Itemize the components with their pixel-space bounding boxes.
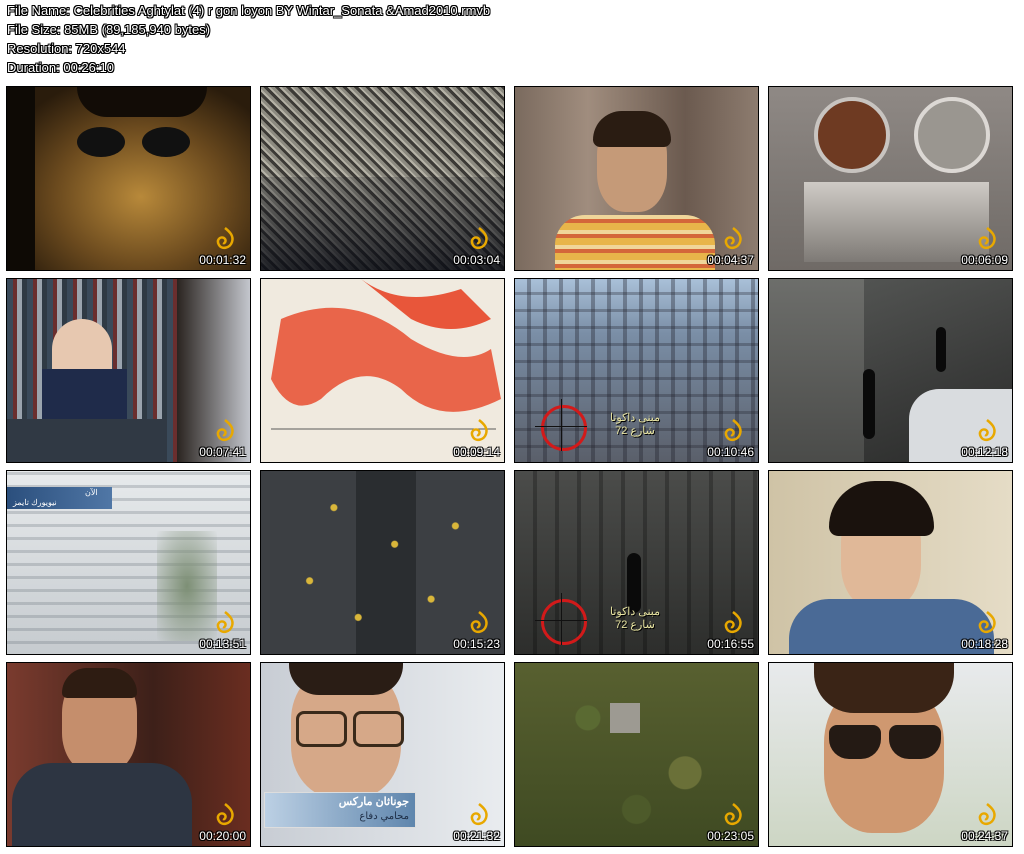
thumbnail-1[interactable]: 00:01:32	[6, 86, 251, 271]
timestamp: 00:20:00	[199, 829, 246, 843]
timestamp: 00:04:37	[707, 253, 754, 267]
file-name: File Name: Celebrities Aghtylat (4) r go…	[7, 3, 491, 18]
thumbnail-3[interactable]: 00:04:37	[514, 86, 759, 271]
thumbnail-7[interactable]: مبنى داكوتا شارع 72 00:10:46	[514, 278, 759, 463]
thumbnail-8[interactable]: 00:12:18	[768, 278, 1013, 463]
timestamp: 00:16:55	[707, 637, 754, 651]
thumbnail-12[interactable]: 00:18:28	[768, 470, 1013, 655]
thumbnail-11[interactable]: مبنى داكوتا شارع 72 00:16:55	[514, 470, 759, 655]
thumbnail-16[interactable]: 00:24:37	[768, 662, 1013, 847]
thumbnail-5[interactable]: 00:07:41	[6, 278, 251, 463]
location-caption: مبنى داكوتا شارع 72	[609, 412, 661, 437]
thumbnail-2[interactable]: 00:03:04	[260, 86, 505, 271]
channel-logo-icon	[216, 611, 234, 634]
channel-logo-icon	[978, 803, 996, 826]
channel-logo-icon	[724, 803, 742, 826]
timestamp: 00:18:28	[961, 637, 1008, 651]
timestamp: 00:09:14	[453, 445, 500, 459]
channel-logo-icon	[216, 419, 234, 442]
timestamp: 00:12:18	[961, 445, 1008, 459]
channel-logo-icon	[978, 419, 996, 442]
resolution: Resolution: 720x544	[7, 41, 126, 56]
timestamp: 00:10:46	[707, 445, 754, 459]
timestamp: 00:21:32	[453, 829, 500, 843]
timestamp: 00:03:04	[453, 253, 500, 267]
timestamp: 00:13:51	[199, 637, 246, 651]
channel-logo-icon	[470, 611, 488, 634]
channel-logo-icon	[216, 227, 234, 250]
thumbnail-10[interactable]: 00:15:23	[260, 470, 505, 655]
thumbnail-4[interactable]: 00:06:09	[768, 86, 1013, 271]
file-info: File Name: Celebrities Aghtylat (4) r go…	[7, 1, 490, 77]
channel-logo-icon	[470, 419, 488, 442]
channel-logo-icon	[470, 227, 488, 250]
name-lower-third: جوناثان ماركس محامي دفاع	[264, 792, 416, 828]
thumbnail-15[interactable]: 00:23:05	[514, 662, 759, 847]
duration: Duration: 00:26:10	[7, 60, 114, 75]
timestamp: 00:07:41	[199, 445, 246, 459]
channel-logo-icon	[470, 803, 488, 826]
thumbnail-14[interactable]: جوناثان ماركس محامي دفاع 00:21:32	[260, 662, 505, 847]
timestamp: 00:01:32	[199, 253, 246, 267]
channel-logo-icon	[978, 227, 996, 250]
timestamp: 00:23:05	[707, 829, 754, 843]
file-size: File Size: 85MB (89,185,940 bytes)	[7, 22, 211, 37]
channel-logo-icon	[978, 611, 996, 634]
timestamp: 00:15:23	[453, 637, 500, 651]
channel-logo-icon	[216, 803, 234, 826]
channel-logo-icon	[724, 419, 742, 442]
thumbnail-9[interactable]: الآن نيويورك تايمز 00:13:51	[6, 470, 251, 655]
thumbnail-6[interactable]: 00:09:14	[260, 278, 505, 463]
thumbnail-13[interactable]: 00:20:00	[6, 662, 251, 847]
channel-logo-icon	[724, 227, 742, 250]
timestamp: 00:24:37	[961, 829, 1008, 843]
location-caption: مبنى داكوتا شارع 72	[609, 606, 661, 631]
timestamp: 00:06:09	[961, 253, 1008, 267]
channel-logo-icon	[724, 611, 742, 634]
news-bar: الآن نيويورك تايمز	[7, 487, 112, 509]
